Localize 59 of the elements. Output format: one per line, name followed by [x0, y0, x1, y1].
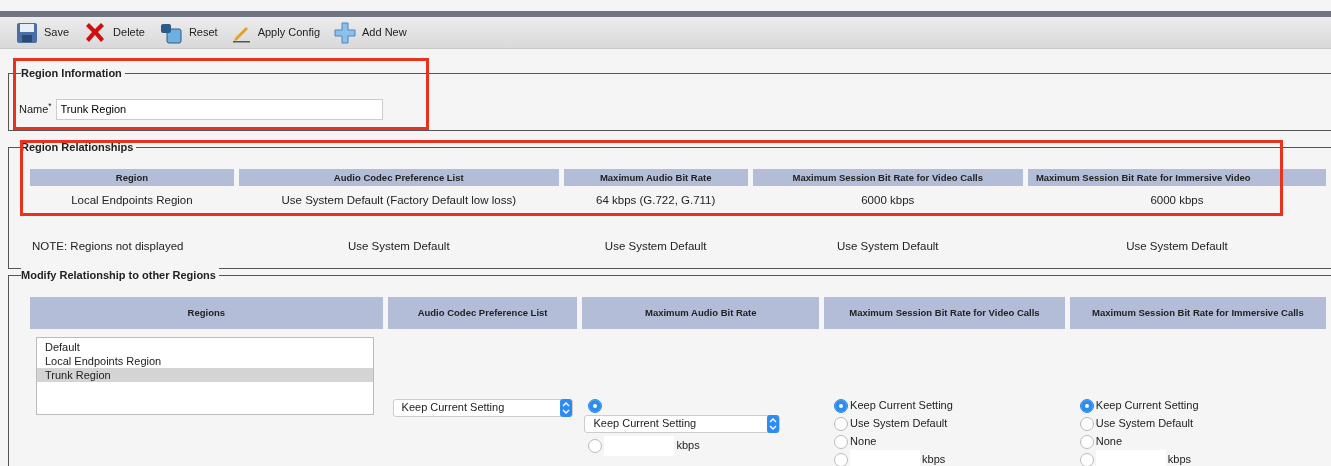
radio-button[interactable]	[1079, 398, 1094, 413]
section-legend: Modify Relationship to other Regions	[21, 268, 219, 282]
table-cell-text: 6000 kbps	[860, 193, 916, 209]
option-label: Keep Current Setting	[850, 398, 953, 414]
table-cell-text: 6000 kbps	[1149, 193, 1205, 209]
stepper-icon	[767, 414, 780, 433]
table-cell-text: NOTE: Regions not displayed	[31, 238, 185, 254]
name-label: Name$^{*}$	[19, 100, 52, 117]
radio-button[interactable]	[1079, 434, 1094, 449]
column-header: Audio Codec Preference List	[238, 168, 559, 187]
radio-button[interactable]	[588, 438, 603, 453]
unit-label: kbps	[922, 452, 946, 466]
kbps-field[interactable]	[1095, 449, 1166, 466]
save-button[interactable]: Save	[14, 21, 72, 44]
section-legend: Region Information	[21, 66, 125, 80]
unit-label: kbps	[676, 438, 700, 454]
column-header: Maximum Session Bit Rate for Video Calls	[752, 168, 1023, 187]
dropdown[interactable]: Keep Current Setting	[584, 414, 781, 433]
save-icon	[16, 21, 38, 44]
list-item[interactable]: Local Endpoints Region	[37, 353, 373, 368]
dropdown[interactable]: Keep Current Setting	[392, 398, 573, 417]
column-header: Maximum Session Bit Rate for Immersive Calls	[1069, 296, 1326, 329]
list-item[interactable]: Trunk Region	[37, 367, 373, 382]
table-cell-text: 64 kbps (G.722, G.711)	[595, 193, 717, 209]
radio-button[interactable]	[1079, 416, 1094, 431]
add-button[interactable]: Add New	[332, 21, 409, 44]
column-header: Regions	[30, 296, 383, 329]
reset-button[interactable]: Reset	[156, 21, 220, 44]
apply-button[interactable]: Apply Config	[229, 22, 322, 43]
column-header: Maximum Session Bit Rate for Immersive Video	[1027, 168, 1326, 187]
table-cell-text: Use System Default	[603, 238, 708, 254]
column-header: Audio Codec Preference List	[387, 296, 578, 329]
list-item[interactable]: Default	[37, 339, 373, 354]
radio-button[interactable]	[1079, 452, 1094, 466]
option-label: Use System Default	[1095, 416, 1193, 432]
radio-button[interactable]	[834, 416, 849, 431]
reset-icon	[158, 21, 183, 44]
table-cell-text: Use System Default	[1125, 238, 1229, 254]
column-header: Region	[30, 168, 234, 187]
name-field[interactable]: Trunk Region	[55, 98, 383, 120]
option-label: None	[1095, 434, 1123, 450]
table-cell-text: Use System Default (Factory Default low loss)	[280, 193, 518, 209]
option-label: None	[850, 434, 877, 450]
option-label: Use System Default	[850, 416, 948, 432]
delete-button[interactable]: Delete	[81, 20, 147, 45]
radio-button[interactable]	[834, 434, 849, 449]
column-header: Maximum Audio Bit Rate	[582, 296, 820, 329]
add-icon	[334, 21, 356, 44]
radio-button[interactable]	[834, 398, 849, 413]
unit-label: kbps	[1167, 452, 1192, 466]
radio-button[interactable]	[588, 398, 603, 413]
column-header: Maximum Audio Bit Rate	[563, 168, 748, 187]
table-cell-text: Use System Default	[346, 238, 451, 254]
column-header: Maximum Session Bit Rate for Video Calls	[824, 296, 1065, 329]
radio-button[interactable]	[834, 452, 849, 466]
table-cell-text: Use System Default	[835, 238, 940, 254]
stepper-icon	[559, 398, 572, 417]
option-label: Keep Current Setting	[1095, 398, 1199, 414]
table-cell-text: Local Endpoints Region	[70, 193, 194, 209]
